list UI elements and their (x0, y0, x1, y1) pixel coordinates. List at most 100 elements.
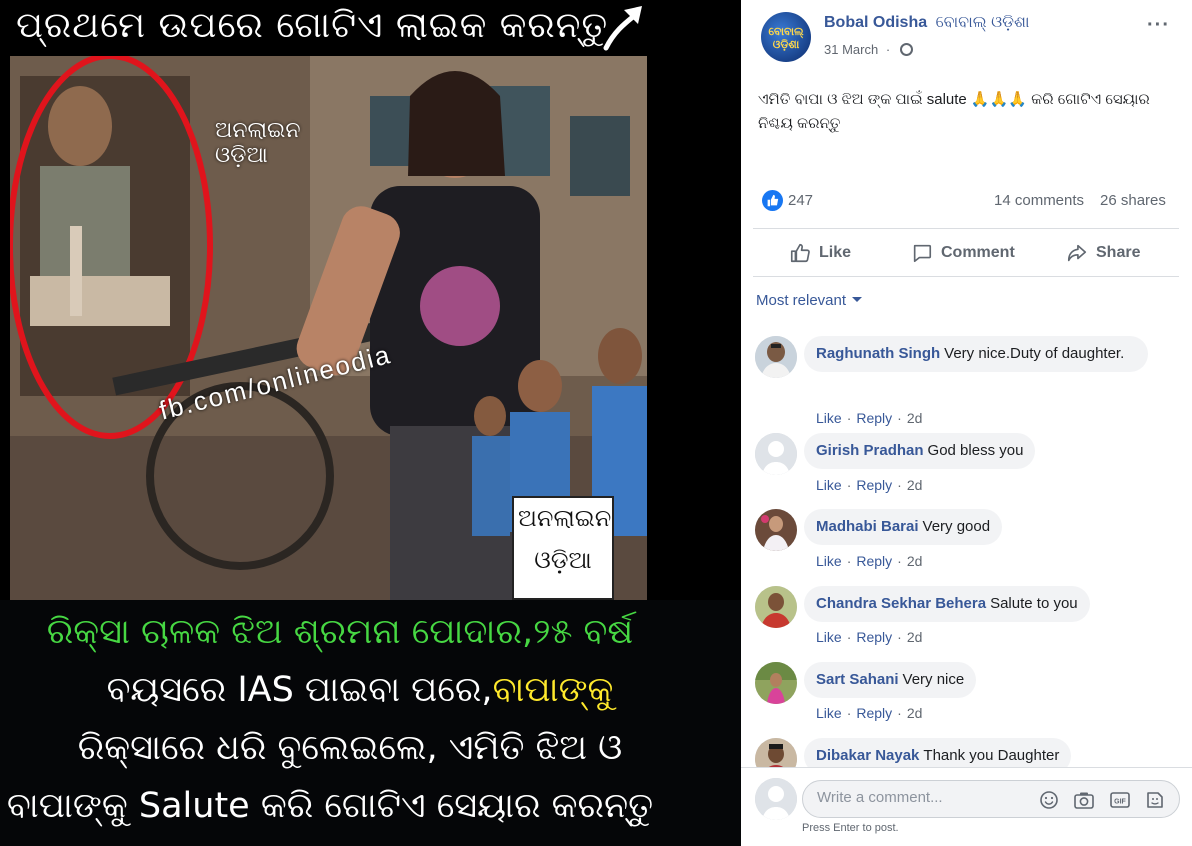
comment-composer: GIF Press Enter to post. (741, 767, 1192, 846)
separator-dot: · (846, 553, 852, 569)
comment-age[interactable]: 2d (907, 477, 923, 493)
sticker-icon[interactable] (1144, 789, 1166, 811)
post-photo[interactable]: ପ୍ରଥମେ ଉପରେ ଗୋଟିଏ ଲାଇକ କରନ୍ତୁ ଅନଲାଇନ ଓଡ଼… (0, 0, 741, 846)
comment-like-link[interactable]: Like (816, 410, 842, 426)
comment-reply-link[interactable]: Reply (856, 629, 892, 645)
comment-reply-link[interactable]: Reply (856, 553, 892, 569)
comment-sort-dropdown[interactable]: Most relevant (756, 292, 863, 309)
comment-like-link[interactable]: Like (816, 705, 842, 721)
comment-like-link[interactable]: Like (816, 477, 842, 493)
comment-age[interactable]: 2d (907, 629, 923, 645)
comment-text: Very nice (902, 671, 965, 688)
like-button[interactable]: Like (789, 237, 851, 269)
comment-age[interactable]: 2d (907, 553, 923, 569)
comment-age[interactable]: 2d (907, 410, 923, 426)
photo-bottom-caption: ରିକ୍ସା ଚାଳକ ଝିଅ ଶ୍ରମନା ପୋଦାର,୨୫ ବର୍ଷ ବୟସ… (0, 600, 741, 846)
page-name-odia[interactable]: ବୋବାଲ୍ ଓଡ଼ିଶା (936, 14, 1030, 31)
commenter-name[interactable]: Girish Pradhan (816, 442, 924, 459)
page-avatar-logo: ବୋବାଲ୍ ଓଡ଼ିଶା (768, 26, 804, 51)
gif-icon[interactable]: GIF (1109, 789, 1131, 811)
more-options-icon[interactable]: ··· (1147, 14, 1170, 37)
commenter-avatar[interactable] (755, 738, 797, 767)
commenter-name[interactable]: Dibakar Nayak (816, 747, 919, 764)
separator-dot: · (846, 629, 852, 645)
caret-down-icon (852, 297, 863, 302)
commenter-avatar[interactable] (755, 662, 797, 704)
commenter-avatar[interactable] (755, 586, 797, 628)
commenter-name[interactable]: Chandra Sekhar Behera (816, 595, 986, 612)
sort-label: Most relevant (756, 292, 847, 309)
comment-bubble: Sart Sahani Very nice (804, 662, 977, 698)
comment-bubble: Raghunath Singh Very nice.Duty of daughte… (804, 336, 1148, 372)
comment-input-box[interactable]: GIF (802, 780, 1180, 818)
photo-top-caption: ପ୍ରଥମେ ଉପରେ ଗୋଟିଏ ଲାଇକ କରନ୍ତୁ (16, 5, 609, 46)
comment-button-label: Comment (941, 244, 1015, 261)
comment-bubble-icon (913, 244, 932, 263)
press-enter-hint: Press Enter to post. (802, 822, 899, 834)
post-action-bar: Like Comment Share (753, 228, 1179, 277)
comment-like-link[interactable]: Like (816, 629, 842, 645)
comment-actions: Like · Reply · 2d (816, 410, 922, 426)
page-avatar[interactable]: ବୋବାଲ୍ ଓଡ଼ିଶା (761, 12, 811, 62)
comment-button[interactable]: Comment (911, 237, 1015, 269)
comment-actions: Like · Reply · 2d (816, 705, 922, 721)
comment-text: Very nice.Duty of daughter. (944, 345, 1125, 362)
shares-count[interactable]: 26 shares (1100, 192, 1166, 209)
commenter-name[interactable]: Raghunath Singh (816, 345, 940, 362)
post-header: ବୋବାଲ୍ ଓଡ଼ିଶା Bobal Odisha ବୋବାଲ୍ ଓଡ଼ିଶା … (741, 0, 1192, 70)
watermark-logo-line-1: ଅନଲାଇନ (518, 504, 612, 532)
comment-bubble: Girish Pradhan God bless you (804, 433, 1036, 469)
comment-reply-link[interactable]: Reply (856, 477, 892, 493)
share-arrow-icon (1067, 244, 1087, 262)
comment-text: Salute to you (990, 595, 1078, 612)
curved-arrow-icon (603, 6, 642, 51)
comment-input[interactable] (817, 789, 1017, 806)
share-button[interactable]: Share (1066, 237, 1140, 269)
watermark-logo-line-2: ଓଡ଼ିଆ (534, 546, 592, 574)
separator-dot: · (897, 553, 902, 569)
comments-count[interactable]: 14 comments (994, 192, 1084, 209)
page-name-link[interactable]: Bobal Odisha ବୋବାଲ୍ ଓଡ଼ିଶା (824, 14, 1030, 32)
rickshaw-photo: ଅନଲାଇନ ଓଡ଼ିଆ fb.com/onlineodia ଅନଲାଇନ ଓଡ… (10, 56, 647, 600)
like-button-label: Like (819, 244, 852, 261)
post-time-text[interactable]: 31 March (824, 42, 878, 57)
emoji-icon[interactable] (1038, 789, 1060, 811)
page-name[interactable]: Bobal Odisha (824, 14, 927, 31)
svg-text:GIF: GIF (1114, 799, 1126, 806)
camera-icon[interactable] (1073, 789, 1095, 811)
post-timestamp[interactable]: 31 March · (824, 42, 913, 57)
separator-dot: · (897, 629, 902, 645)
commenter-name[interactable]: Sart Sahani (816, 671, 899, 688)
separator-dot: · (846, 477, 852, 493)
comment-actions: Like · Reply · 2d (816, 477, 922, 493)
separator-dot: · (897, 410, 902, 426)
comment-like-link[interactable]: Like (816, 553, 842, 569)
comment-list[interactable]: Raghunath Singh Very nice.Duty of daughte… (741, 326, 1192, 767)
comment-age[interactable]: 2d (907, 705, 923, 721)
caption-line-4: ବାପାଙ୍କୁ Salute କରି ଗୋଟିଏ ସେୟାର କରନ୍ତୁ (6, 786, 654, 826)
commenter-avatar[interactable] (755, 509, 797, 551)
separator-dot: · (897, 705, 902, 721)
comment-reply-link[interactable]: Reply (856, 705, 892, 721)
watermark-logo-top-2: ଓଡ଼ିଆ (215, 143, 268, 168)
reaction-count[interactable]: 247 (788, 192, 813, 209)
reactions-row: 247 14 comments 26 shares (741, 186, 1192, 216)
time-separator: · (885, 42, 891, 57)
commenter-avatar[interactable] (755, 336, 797, 378)
current-user-avatar (755, 778, 797, 820)
caption-line-2: ବୟସରେ IAS ପାଇବା ପରେ,ବାପାଙ୍କୁ (30, 670, 690, 710)
comment-bubble: Chandra Sekhar Behera Salute to you (804, 586, 1090, 622)
post-side-panel: ବୋବାଲ୍ ଓଡ଼ିଶା Bobal Odisha ବୋବାଲ୍ ଓଡ଼ିଶା … (741, 0, 1192, 846)
caption-text: ବୟସରେ IAS ପାଇବା ପରେ, (106, 670, 493, 710)
watermark-logo-top-1: ଅନଲାଇନ (215, 118, 301, 143)
separator-dot: · (897, 477, 902, 493)
like-reaction-icon[interactable] (762, 190, 783, 211)
comment-actions: Like · Reply · 2d (816, 553, 922, 569)
comment-bubble: Madhabi Barai Very good (804, 509, 1003, 545)
commenter-avatar[interactable] (755, 433, 797, 475)
commenter-name[interactable]: Madhabi Barai (816, 518, 919, 535)
separator-dot: · (846, 705, 852, 721)
thumbs-up-icon (790, 243, 810, 263)
comment-reply-link[interactable]: Reply (856, 410, 892, 426)
comment-text: God bless you (927, 442, 1024, 459)
